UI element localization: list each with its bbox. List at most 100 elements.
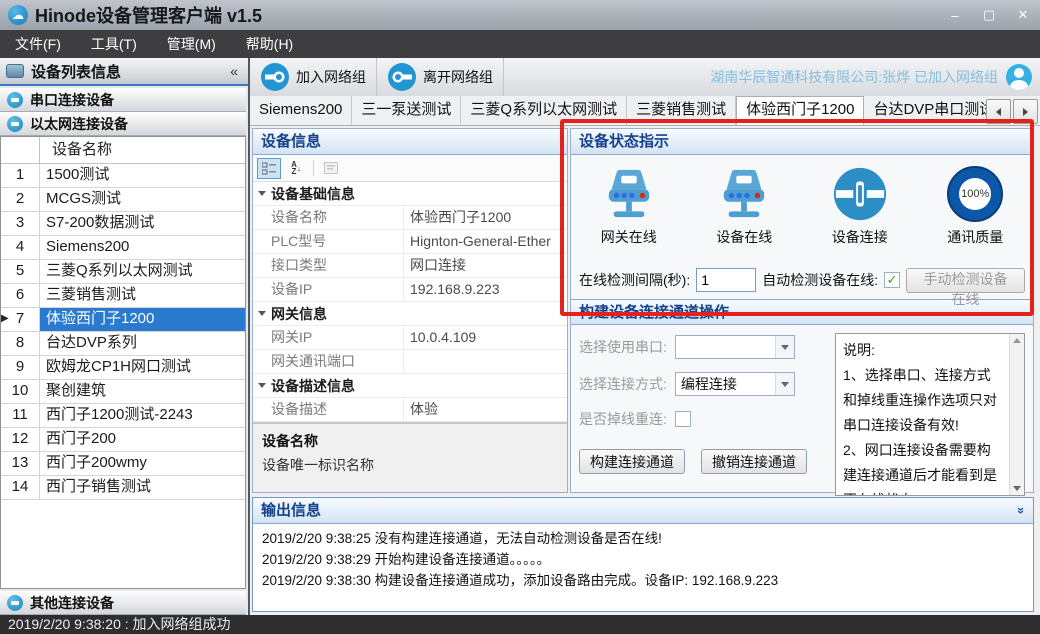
indicator-label: 设备连接 — [832, 227, 888, 247]
property-category[interactable]: 设备描述信息 — [253, 374, 567, 398]
interval-input[interactable] — [696, 268, 756, 292]
status-indicator: 设备在线 — [687, 165, 803, 265]
output-log[interactable]: 2019/2/20 9:38:25 没有构建连接通道，无法自动检测设备是否在线!… — [253, 524, 1033, 595]
property-name: 网关通讯端口 — [271, 350, 403, 373]
device-name: MCGS测试 — [40, 188, 245, 211]
device-name: 体验西门子1200 — [40, 308, 245, 331]
selected-row-marker: ▶ — [1, 308, 9, 330]
device-row[interactable]: 3 S7-200数据测试 — [1, 212, 245, 236]
device-table: 设备名称 1 1500测试 2 MCGS测试 3 S7-200数据测试 4 Si… — [0, 136, 246, 589]
property-category[interactable]: 设备基础信息 — [253, 182, 567, 206]
titlebar[interactable]: ☁ Hinode设备管理客户端 v1.5 – ▢ ✕ — [0, 0, 1040, 30]
tab[interactable]: 三菱销售测试 — [627, 96, 736, 125]
window-title: Hinode设备管理客户端 v1.5 — [35, 2, 262, 28]
device-row[interactable]: 6 三菱销售测试 — [1, 284, 245, 308]
dropdown-arrow-icon — [775, 373, 794, 395]
instruction-line: 1、选择串口、连接方式和掉线重连操作选项只对串口连接设备有效! — [843, 363, 1004, 438]
categorized-view-icon[interactable] — [257, 158, 281, 179]
right-arrow-icon — [1023, 108, 1028, 116]
menu-item[interactable]: 工具(T) — [76, 30, 152, 58]
property-row[interactable]: 设备名称 体验西门子1200 — [253, 206, 567, 230]
category-expander-icon — [258, 311, 266, 316]
minimize-button[interactable]: – — [938, 0, 972, 30]
channel-ops-form: 选择使用串口: 选择连接方式: 编程连接 是否掉线重连: — [571, 325, 1033, 504]
property-value: 10.0.4.109 — [403, 326, 567, 349]
toolbar-separator — [313, 160, 314, 176]
reconnect-checkbox[interactable] — [675, 411, 691, 427]
interval-label: 在线检测间隔(秒): — [579, 270, 690, 290]
property-row[interactable]: 网关IP 10.0.4.109 — [253, 326, 567, 350]
device-row[interactable]: 11 西门子1200测试-2243 — [1, 404, 245, 428]
leave-network-icon — [387, 62, 417, 92]
collapse-sidebar-button[interactable]: « — [226, 63, 242, 79]
sidebar-title: 设备列表信息 — [31, 61, 226, 82]
property-category[interactable]: 网关信息 — [253, 302, 567, 326]
connection-mode-select[interactable]: 编程连接 — [675, 372, 795, 396]
alphabetical-sort-icon[interactable]: AZ↓ — [284, 158, 308, 179]
serial-port-select[interactable] — [675, 335, 795, 359]
tab[interactable]: 体验西门子1200 — [736, 96, 864, 125]
menu-item[interactable]: 管理(M) — [152, 30, 231, 58]
category-expander-icon — [258, 191, 266, 196]
tab-scroll-left-button[interactable] — [986, 99, 1011, 124]
menu-item[interactable]: 文件(F) — [0, 30, 76, 58]
property-row[interactable]: 设备IP 192.168.9.223 — [253, 278, 567, 302]
device-row[interactable]: 2 MCGS测试 — [1, 188, 245, 212]
device-status-panel: 设备状态指示 网关在线 设备在线 设备连接100% 通讯质量 在线检测间隔(秒)… — [570, 128, 1034, 493]
property-row[interactable]: PLC型号 Hignton-General-Ether — [253, 230, 567, 254]
tab[interactable]: 三一泵送测试 — [352, 96, 461, 125]
tab[interactable]: Siemens200 — [250, 96, 352, 125]
sidebar: 设备列表信息 « 串口连接设备 以太网连接设备 设备名称 1 1500测试 2 … — [0, 58, 250, 615]
property-row[interactable]: 接口类型 网口连接 — [253, 254, 567, 278]
device-row[interactable]: 13 西门子200wmy — [1, 452, 245, 476]
close-button[interactable]: ✕ — [1006, 0, 1040, 30]
instruction-line: 说明: — [843, 338, 1004, 363]
device-row[interactable]: 10 聚创建筑 — [1, 380, 245, 404]
sidebar-group-other[interactable]: 其他连接设备 — [0, 591, 246, 615]
menu-bar: 文件(F)工具(T)管理(M)帮助(H) — [0, 30, 1040, 58]
property-name: 设备描述 — [271, 398, 403, 421]
manual-check-button[interactable]: 手动检测设备在线 — [906, 268, 1025, 293]
build-channel-button[interactable]: 构建连接通道 — [579, 449, 685, 474]
device-row[interactable]: 5 三菱Q系列以太网测试 — [1, 260, 245, 284]
tab-scroll-buttons — [986, 99, 1038, 124]
property-row[interactable]: 网关通讯端口 — [253, 350, 567, 374]
status-indicator: 网关在线 — [571, 165, 687, 265]
device-info-panel: 设备信息 AZ↓ 设备基础信息 设备名称 体验西门子1200 PLC型号 Hig… — [252, 128, 568, 493]
collapse-output-icon[interactable]: » — [1009, 507, 1034, 514]
device-row[interactable]: 14 西门子销售测试 — [1, 476, 245, 500]
maximize-button[interactable]: ▢ — [972, 0, 1006, 30]
tab-scroll-right-button[interactable] — [1013, 99, 1038, 124]
sidebar-group-serial[interactable]: 串口连接设备 — [0, 88, 246, 112]
serial-device-icon — [7, 92, 23, 108]
output-panel: 输出信息 » 2019/2/20 9:38:25 没有构建连接通道，无法自动检测… — [252, 497, 1034, 612]
category-expander-icon — [258, 383, 266, 388]
device-row[interactable]: 9 欧姆龙CP1H网口测试 — [1, 356, 245, 380]
gateway-online-icon — [600, 165, 658, 223]
device-row[interactable]: 12 西门子200 — [1, 428, 245, 452]
revoke-channel-button[interactable]: 撤销连接通道 — [701, 449, 807, 474]
scrollbar[interactable] — [1009, 334, 1024, 495]
log-line: 2019/2/20 9:38:29 开始构建设备连接通道。。。。。 — [262, 549, 1024, 570]
property-pages-icon — [319, 158, 343, 179]
auto-check-checkbox[interactable] — [884, 272, 900, 288]
menu-item[interactable]: 帮助(H) — [231, 30, 308, 58]
instruction-line: 2、网口连接设备需要构建连接通道后才能看到是否在线状态! — [843, 438, 1004, 496]
leave-network-button[interactable]: 离开网络组 — [377, 58, 504, 96]
scroll-up-icon — [1013, 338, 1021, 343]
property-row[interactable]: 设备描述 体验 — [253, 398, 567, 422]
join-network-button[interactable]: 加入网络组 — [250, 58, 377, 96]
device-online-icon — [715, 165, 773, 223]
indicator-label: 网关在线 — [601, 227, 657, 247]
device-row[interactable]: 1 1500测试 — [1, 164, 245, 188]
num-column-header — [1, 137, 40, 163]
app-window: ☁ Hinode设备管理客户端 v1.5 – ▢ ✕ 文件(F)工具(T)管理(… — [0, 0, 1040, 634]
user-avatar-icon[interactable] — [1006, 64, 1032, 90]
property-name: 设备IP — [271, 278, 403, 301]
device-row[interactable]: ▶7 体验西门子1200 — [1, 308, 245, 332]
device-row[interactable]: 4 Siemens200 — [1, 236, 245, 260]
device-row[interactable]: 8 台达DVP系列 — [1, 332, 245, 356]
tab[interactable]: 台达DVP串口测试 — [864, 96, 988, 125]
sidebar-group-ethernet[interactable]: 以太网连接设备 — [0, 112, 246, 136]
tab[interactable]: 三菱Q系列以太网测试 — [461, 96, 627, 125]
